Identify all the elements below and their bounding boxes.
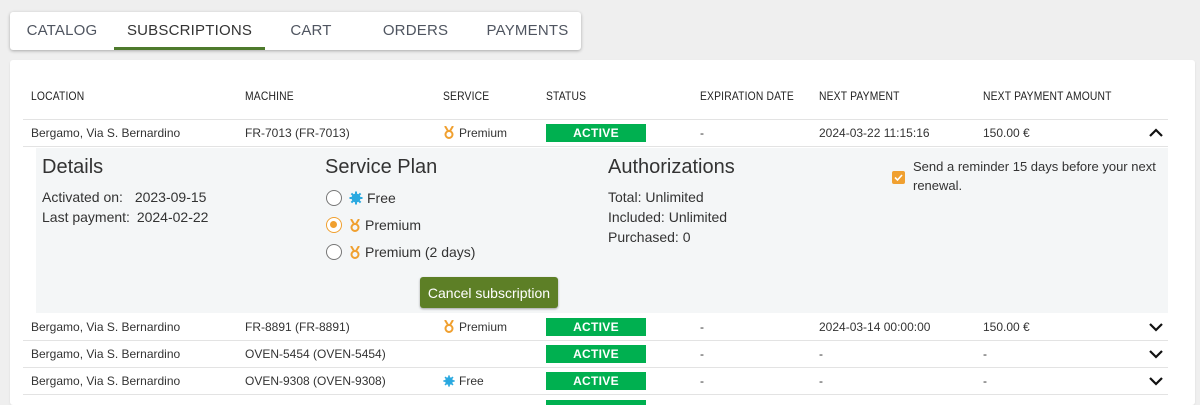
service-cell: Premium (443, 320, 507, 334)
next-payment-cell: 2024-03-14 00:00:00 (819, 320, 931, 334)
machine-cell: FR-7013 (FR-7013) (245, 126, 350, 140)
last-payment-label: Last payment: (42, 209, 130, 225)
auth-included: Included: Unlimited (608, 209, 728, 225)
service-cell: Free (443, 374, 484, 388)
plan-label: Free (367, 190, 396, 206)
expiration-cell: - (700, 374, 704, 388)
authorizations-title: Authorizations (608, 156, 735, 178)
activated-on: Activated on: 2023-09-15 (42, 189, 206, 205)
medal-icon (444, 320, 454, 333)
auth-total: Total: Unlimited (608, 189, 704, 205)
table-header: LOCATION MACHINE SERVICE STATUS EXPIRATI… (23, 60, 1168, 120)
cancel-subscription-button[interactable]: Cancel subscription (420, 277, 558, 308)
location-cell: Bergamo, Via S. Bernardino (31, 126, 181, 140)
chevron-up-icon[interactable] (1148, 125, 1164, 141)
tab-payments[interactable]: PAYMENTS (474, 12, 581, 50)
reminder-label[interactable]: Send a reminder 15 days before your next… (913, 157, 1168, 195)
machine-cell: FR-8891 (FR-8891) (245, 320, 350, 334)
location-cell: Bergamo, Via S. Bernardino (31, 374, 181, 388)
expiration-cell: - (700, 347, 704, 361)
status-badge: ACTIVE (546, 372, 646, 390)
column-header-service: SERVICE (443, 89, 490, 103)
last-payment-value: 2024-02-22 (136, 209, 209, 225)
medal-icon (350, 218, 360, 232)
column-header-machine: MACHINE (245, 89, 294, 103)
column-header-status: STATUS (546, 89, 587, 103)
plan-radio-premium-2-days[interactable] (326, 244, 342, 260)
table-row[interactable]: Bergamo, Via S. Bernardino OVEN-9308 (OV… (23, 368, 1168, 395)
table-row[interactable] (23, 395, 1168, 405)
service-label: Premium (459, 320, 508, 334)
service-plan-title: Service Plan (325, 156, 438, 178)
badge-icon (443, 375, 455, 387)
tab-subscriptions[interactable]: SUBSCRIPTIONS (114, 12, 265, 50)
table-row[interactable]: Bergamo, Via S. Bernardino OVEN-5454 (OV… (23, 341, 1168, 368)
service-cell: Premium (443, 126, 507, 140)
plan-label: Premium (2 days) (365, 244, 476, 260)
machine-cell: OVEN-5454 (OVEN-5454) (245, 347, 386, 361)
amount-cell: 150.00 € (983, 320, 1030, 334)
column-header-expiration-date: EXPIRATION DATE (700, 89, 794, 103)
tab-catalog[interactable]: CATALOG (10, 12, 114, 50)
column-header-next-payment: NEXT PAYMENT (819, 89, 900, 103)
activated-label: Activated on: (42, 189, 123, 205)
expiration-cell: - (700, 126, 704, 140)
subscriptions-panel: LOCATION MACHINE SERVICE STATUS EXPIRATI… (10, 60, 1195, 405)
status-badge: ACTIVE (546, 318, 646, 336)
last-payment: Last payment: 2024-02-22 (42, 209, 208, 225)
badge-icon (349, 191, 363, 205)
medal-icon (444, 126, 454, 139)
tab-cart[interactable]: CART (265, 12, 357, 50)
auth-purchased: Purchased: 0 (608, 229, 691, 245)
plan-option-premium[interactable]: Premium (326, 215, 421, 235)
location-cell: Bergamo, Via S. Bernardino (31, 320, 181, 334)
table-row[interactable]: Bergamo, Via S. Bernardino FR-8891 (FR-8… (23, 314, 1168, 341)
amount-cell: - (983, 374, 987, 388)
tab-orders[interactable]: ORDERS (357, 12, 474, 50)
check-icon (894, 174, 903, 182)
machine-cell: OVEN-9308 (OVEN-9308) (245, 374, 386, 388)
column-header-next-payment-amount: NEXT PAYMENT AMOUNT (983, 89, 1112, 103)
amount-cell: - (983, 347, 987, 361)
plan-label: Premium (365, 217, 422, 233)
amount-cell: 150.00 € (983, 126, 1030, 140)
service-label: Free (459, 374, 484, 388)
plan-radio-premium[interactable] (326, 217, 342, 233)
location-cell: Bergamo, Via S. Bernardino (31, 347, 181, 361)
plan-option-free[interactable]: Free (326, 188, 396, 208)
tab-bar: CATALOG SUBSCRIPTIONS CART ORDERS PAYMEN… (10, 12, 581, 50)
next-payment-cell: - (819, 374, 823, 388)
subscription-details: Details Activated on: 2023-09-15 Last pa… (36, 148, 1168, 313)
plan-option-premium-2-days[interactable]: Premium (2 days) (326, 242, 475, 262)
next-payment-cell: - (819, 347, 823, 361)
status-badge: ACTIVE (546, 124, 646, 142)
reminder-checkbox[interactable] (892, 171, 905, 184)
chevron-down-icon[interactable] (1148, 373, 1164, 389)
table-row[interactable]: Bergamo, Via S. Bernardino FR-7013 (FR-7… (23, 120, 1168, 147)
details-title: Details (42, 156, 104, 178)
medal-icon (350, 245, 360, 259)
chevron-down-icon[interactable] (1148, 346, 1164, 362)
service-label: Premium (459, 126, 508, 140)
status-badge: ACTIVE (546, 345, 646, 363)
chevron-down-icon[interactable] (1148, 319, 1164, 335)
activated-value: 2023-09-15 (134, 189, 207, 205)
next-payment-cell: 2024-03-22 11:15:16 (819, 126, 930, 140)
plan-radio-free[interactable] (326, 190, 342, 206)
expiration-cell: - (700, 320, 704, 334)
column-header-location: LOCATION (31, 89, 85, 103)
